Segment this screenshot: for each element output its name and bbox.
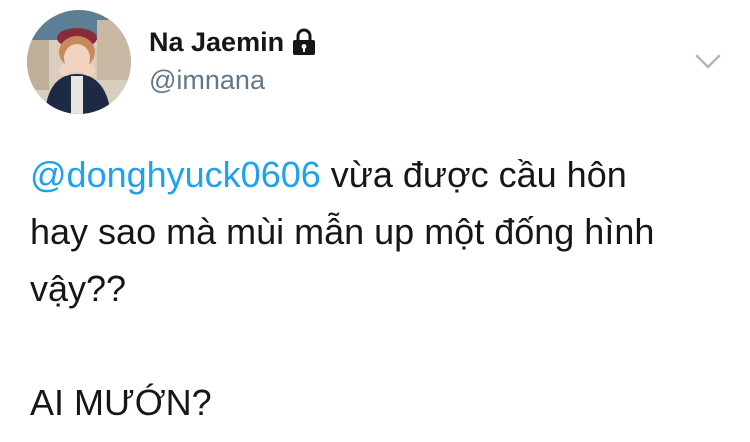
tweet-line-4: AI MƯỚN? (30, 382, 212, 423)
lock-icon (292, 28, 316, 56)
user-handle[interactable]: @imnana (149, 64, 265, 96)
avatar-photo (27, 10, 131, 114)
tweet-line-1-text: vừa được cầu hôn (320, 154, 627, 195)
tweet-line-1: @donghyuck0606 vừa được cầu hôn (30, 146, 730, 203)
tweet-card: Na Jaemin @imnana @donghyuck0606 vừa đượ… (0, 0, 750, 442)
tweet-line-3: vậy?? (30, 268, 127, 309)
tweet-text: @donghyuck0606 vừa được cầu hôn hay sao … (30, 146, 730, 431)
chevron-down-icon[interactable] (694, 50, 722, 72)
tweet-line-2: hay sao mà mùi mẫn up một đống hình (30, 211, 655, 252)
avatar[interactable] (27, 10, 131, 114)
display-name[interactable]: Na Jaemin (149, 26, 284, 58)
author-row: Na Jaemin (149, 26, 316, 58)
mention-link[interactable]: @donghyuck0606 (30, 154, 321, 195)
